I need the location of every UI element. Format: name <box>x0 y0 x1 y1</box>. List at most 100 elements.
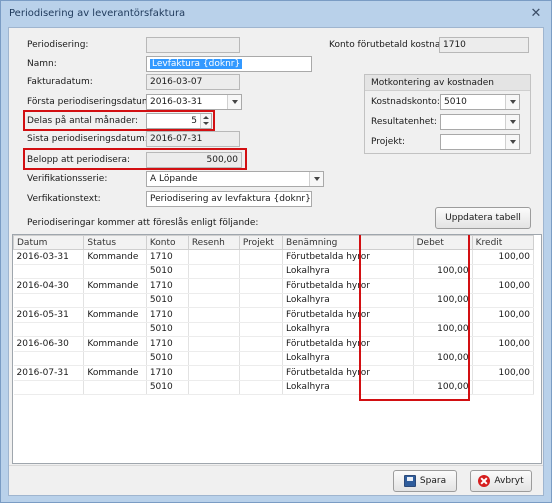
table-cell <box>13 380 85 395</box>
table-cell: 2016-05-31 <box>13 307 85 323</box>
chevron-down-icon[interactable] <box>505 115 519 129</box>
namn-input[interactable]: Levfaktura {doknr} <box>146 56 312 72</box>
save-button[interactable]: Spara <box>393 470 457 492</box>
verifikationsserie-label: Verifikationsserie: <box>27 174 108 184</box>
table-cell: 1710 <box>146 307 189 323</box>
sista-periodiseringsdatum-field: 2016-07-31 <box>146 131 240 147</box>
save-icon <box>403 475 416 487</box>
fakturadatum-label: Fakturadatum: <box>27 77 93 87</box>
table-cell: 1710 <box>146 249 189 265</box>
periodisering-field <box>146 37 240 53</box>
verifikationsserie-value: A Löpande <box>150 174 198 184</box>
table-cell <box>472 293 535 308</box>
table-cell <box>13 293 85 308</box>
table-cell: 100,00 <box>472 365 535 381</box>
column-header[interactable]: Kredit <box>471 235 535 250</box>
chevron-down-icon[interactable] <box>227 95 241 109</box>
konto-forutbetald-field: 1710 <box>439 37 529 53</box>
table-cell <box>239 380 284 395</box>
table-cell: 2016-06-30 <box>13 336 85 352</box>
verifikationsserie-select[interactable]: A Löpande <box>146 171 324 187</box>
table-cell <box>472 322 535 337</box>
table-cell: 2016-03-31 <box>13 249 85 265</box>
table-cell: Kommande <box>83 249 147 265</box>
table-cell <box>239 278 284 294</box>
table-cell <box>13 351 85 366</box>
table-cell <box>83 380 147 395</box>
fakturadatum-field: 2016-03-07 <box>146 74 240 90</box>
forsta-periodiseringsdatum-picker[interactable]: 2016-03-31 <box>146 94 242 110</box>
table-cell <box>239 351 284 366</box>
table-cell <box>472 380 535 395</box>
chevron-down-icon[interactable] <box>309 172 323 186</box>
update-table-button[interactable]: Uppdatera tabell <box>435 207 531 229</box>
table-cell <box>188 264 240 279</box>
namn-label: Namn: <box>27 59 57 69</box>
table-cell: Kommande <box>83 336 147 352</box>
table-cell: 100,00 <box>472 278 535 294</box>
column-header[interactable]: Konto <box>145 235 189 250</box>
table-cell <box>188 307 240 323</box>
delas-highlight-box <box>23 110 215 131</box>
cancel-button[interactable]: Avbryt <box>470 470 532 492</box>
projekt-label: Projekt: <box>371 137 406 147</box>
table-cell <box>83 322 147 337</box>
table-cell <box>13 264 85 279</box>
cancel-icon <box>478 475 491 487</box>
verifikationstext-input[interactable]: Periodisering av levfaktura {doknr} <box>146 191 312 207</box>
title-bar[interactable]: Periodisering av leverantörsfaktura ✕ <box>1 1 551 27</box>
motkontering-title: Motkontering av kostnaden <box>365 75 530 91</box>
table-cell: Kommande <box>83 307 147 323</box>
table-cell <box>188 322 240 337</box>
forsta-periodiseringsdatum-value: 2016-03-31 <box>150 97 203 107</box>
resultatenhet-select[interactable] <box>440 114 520 130</box>
table-cell <box>472 351 535 366</box>
periodisering-table[interactable]: Datum Status Konto Resenh Projekt Benämn… <box>12 234 542 464</box>
table-cell <box>83 293 147 308</box>
list-caption: Periodiseringar kommer att föreslås enli… <box>27 218 259 228</box>
column-header[interactable]: Datum <box>13 235 85 250</box>
table-cell <box>188 380 240 395</box>
save-label: Spara <box>419 476 447 486</box>
resultatenhet-label: Resultatenhet: <box>371 117 437 127</box>
dialog-window: Periodisering av leverantörsfaktura ✕ Pe… <box>0 0 552 503</box>
verifikationstext-label: Verfikationstext: <box>27 194 101 204</box>
table-cell <box>239 293 284 308</box>
kostnadskonto-select[interactable]: 5010 <box>440 94 520 110</box>
table-cell <box>239 249 284 265</box>
column-header[interactable]: Status <box>83 235 147 250</box>
sista-periodiseringsdatum-label: Sista periodiseringsdatum: <box>27 134 148 144</box>
table-cell: 2016-04-30 <box>13 278 85 294</box>
table-cell <box>13 322 85 337</box>
table-cell <box>239 336 284 352</box>
table-cell: 5010 <box>146 380 189 395</box>
table-cell: 100,00 <box>472 249 535 265</box>
kostnadskonto-value: 5010 <box>444 97 467 107</box>
projekt-select[interactable] <box>440 134 520 150</box>
chevron-down-icon[interactable] <box>505 135 519 149</box>
table-cell: 1710 <box>146 278 189 294</box>
debet-kredit-highlight-box <box>359 235 470 401</box>
footer-divider <box>9 465 543 466</box>
table-cell: 5010 <box>146 264 189 279</box>
dialog-body: Periodisering: Namn: Levfaktura {doknr} … <box>8 27 544 496</box>
table-cell <box>239 365 284 381</box>
chevron-down-icon[interactable] <box>505 95 519 109</box>
table-cell: Kommande <box>83 278 147 294</box>
table-cell <box>188 365 240 381</box>
window-title: Periodisering av leverantörsfaktura <box>9 8 186 19</box>
table-cell: 5010 <box>146 293 189 308</box>
belopp-highlight-box <box>23 148 247 170</box>
table-cell <box>188 336 240 352</box>
table-cell <box>83 264 147 279</box>
cancel-label: Avbryt <box>494 476 524 486</box>
column-header[interactable]: Resenh <box>187 235 240 250</box>
table-cell: 1710 <box>146 336 189 352</box>
table-cell <box>188 293 240 308</box>
table-cell: 100,00 <box>472 336 535 352</box>
close-icon[interactable]: ✕ <box>527 7 545 21</box>
table-cell <box>188 351 240 366</box>
konto-forutbetald-label: Konto förutbetald kostnad: <box>329 40 450 50</box>
column-header[interactable]: Projekt <box>238 235 284 250</box>
table-cell <box>83 351 147 366</box>
